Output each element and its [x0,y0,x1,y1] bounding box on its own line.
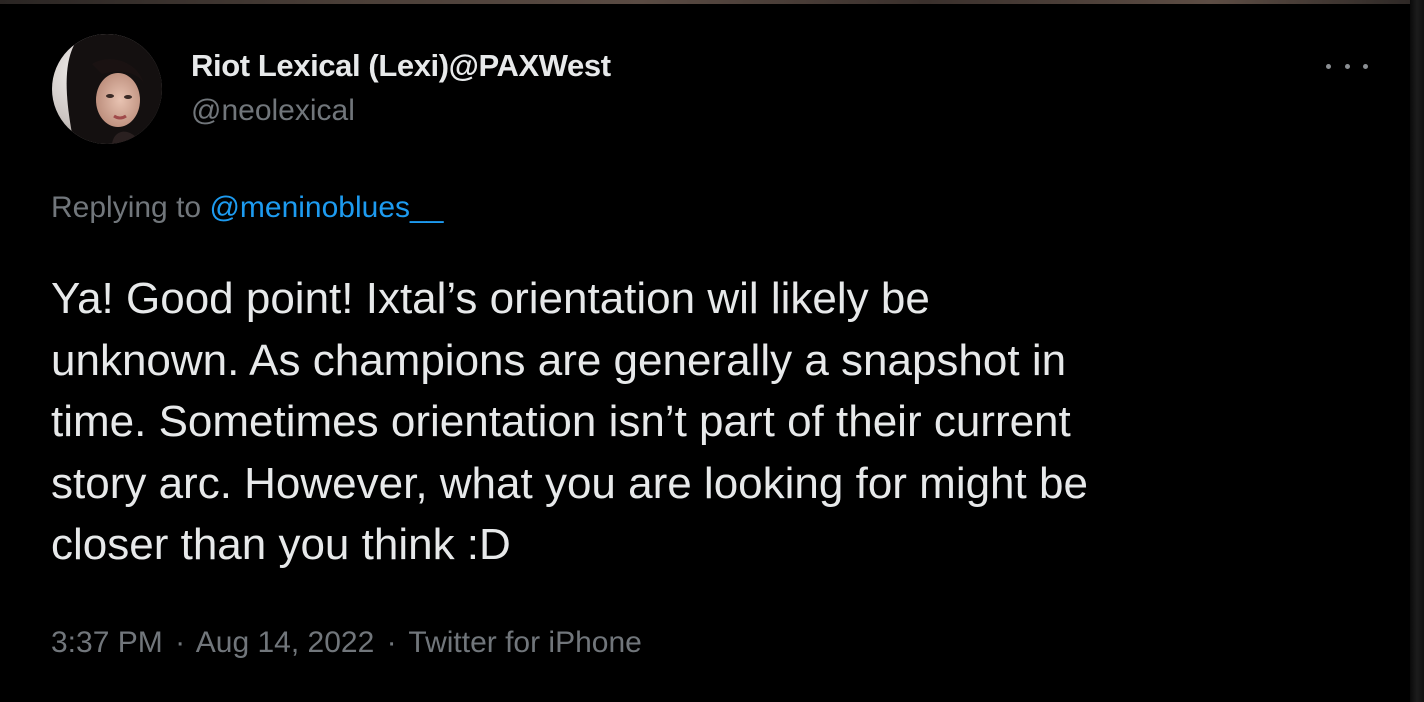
tweet-text-line: closer than you think :D [51,520,511,569]
tweet-text-line: time. Sometimes orientation isn’t part o… [51,397,1071,446]
reply-mention-link[interactable]: @meninoblues__ [209,191,443,224]
more-dot-2 [1344,63,1350,69]
author-display-name[interactable]: Riot Lexical (Lexi)@PAXWest [191,48,611,84]
more-options-icon[interactable] [1326,54,1368,78]
tweet-source[interactable]: Twitter for iPhone [408,626,641,659]
tweet-time[interactable]: 3:37 PM [51,626,163,659]
tweet-text-line: Ya! Good point! Ixtal’s orientation wil … [51,274,930,323]
tweet-text: Ya! Good point! Ixtal’s orientation wil … [51,268,1371,576]
meta-separator: · [386,626,397,659]
tweet-date[interactable]: Aug 14, 2022 [196,626,375,659]
more-dot-1 [1326,63,1331,69]
avatar[interactable] [52,34,162,144]
tweet-card: Riot Lexical (Lexi)@PAXWest @neolexical … [0,4,1408,702]
author-handle[interactable]: @neolexical [191,94,355,128]
profile-photo-icon [52,34,162,144]
tweet-meta: 3:37 PM · Aug 14, 2022 · Twitter for iPh… [51,626,642,660]
tweet-text-line: unknown. As champions are generally a sn… [51,335,1067,385]
tweet-text-line: story arc. However, what you are looking… [51,458,1088,508]
replying-to: Replying to @meninoblues__ [51,191,443,225]
replying-prefix: Replying to [51,191,202,224]
meta-separator: · [175,626,186,659]
window-right-edge [1410,0,1424,702]
more-dot-3 [1363,63,1368,69]
